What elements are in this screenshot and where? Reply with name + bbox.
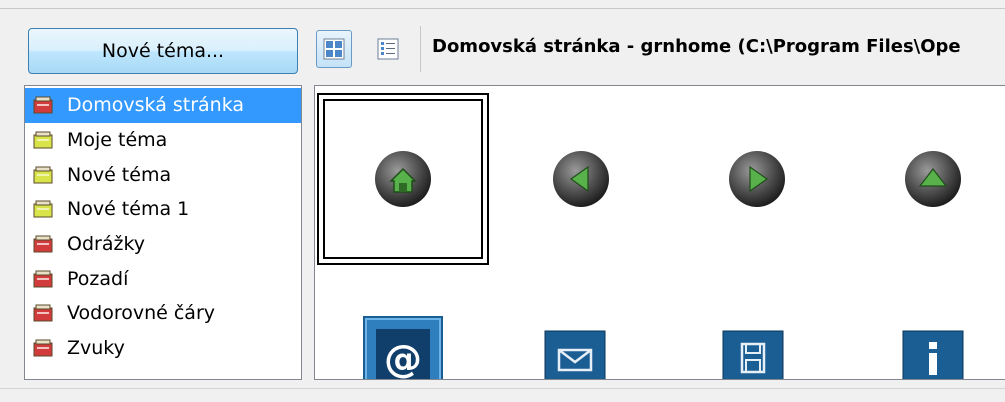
icon-cell[interactable] <box>901 330 965 379</box>
back-ball-icon <box>553 151 609 207</box>
info-icon <box>902 330 964 379</box>
folder-icon <box>33 339 53 357</box>
icon-cell[interactable] <box>495 93 667 265</box>
details-view-icon <box>377 38 399 60</box>
save-disk-icon <box>722 330 784 379</box>
icon-cell[interactable] <box>671 93 843 265</box>
theme-item[interactable]: Pozadí <box>25 261 301 296</box>
folder-icon <box>33 200 53 218</box>
list-view-button[interactable] <box>370 30 406 68</box>
up-ball-icon <box>905 151 961 207</box>
new-theme-button[interactable]: Nové téma... <box>28 28 298 74</box>
theme-item[interactable]: Nové téma <box>25 157 301 192</box>
mail-envelope-icon <box>544 330 606 379</box>
new-theme-button-label: Nové téma... <box>101 40 225 62</box>
icon-cell[interactable] <box>543 330 607 379</box>
large-icons-view-icon <box>323 38 345 60</box>
theme-item-label: Moje téma <box>67 129 168 152</box>
theme-item-label: Domovská stránka <box>67 94 245 117</box>
theme-item[interactable]: Zvuky <box>25 331 301 366</box>
folder-icon <box>33 131 53 149</box>
icon-cell[interactable]: @ <box>361 315 445 380</box>
folder-icon <box>33 235 53 253</box>
icon-cell[interactable] <box>721 330 785 379</box>
forward-ball-icon <box>729 151 785 207</box>
icon-panel[interactable]: @ <box>314 85 1005 380</box>
theme-item[interactable]: Domovská stránka <box>25 88 301 123</box>
folder-icon <box>33 166 53 184</box>
theme-item-label: Odrážky <box>67 233 146 256</box>
folder-icon <box>33 270 53 288</box>
theme-item-label: Nové téma <box>67 163 172 186</box>
theme-item-label: Vodorovné čáry <box>67 302 216 325</box>
folder-icon <box>33 96 53 114</box>
theme-item[interactable]: Odrážky <box>25 227 301 262</box>
theme-item-label: Zvuky <box>67 337 125 360</box>
theme-item[interactable]: Nové téma 1 <box>25 192 301 227</box>
theme-item[interactable]: Vodorovné čáry <box>25 296 301 331</box>
theme-path-label: Domovská stránka - grnhome (C:\Program F… <box>432 36 961 57</box>
theme-item-label: Pozadí <box>67 267 129 290</box>
icon-cell[interactable] <box>847 93 1005 265</box>
theme-list[interactable]: Domovská stránka Moje téma Nové téma Nov… <box>24 85 302 380</box>
svg-text:@: @ <box>384 337 422 380</box>
selected-icon-frame <box>317 93 489 265</box>
folder-icon <box>33 304 53 322</box>
theme-item-label: Nové téma 1 <box>67 198 190 221</box>
toolbar-separator <box>420 26 421 72</box>
theme-item[interactable]: Moje téma <box>25 123 301 158</box>
top-divider <box>0 8 1005 9</box>
bottom-divider <box>0 388 1005 389</box>
email-at-icon: @ <box>363 316 443 380</box>
icon-view-button[interactable] <box>316 30 352 68</box>
